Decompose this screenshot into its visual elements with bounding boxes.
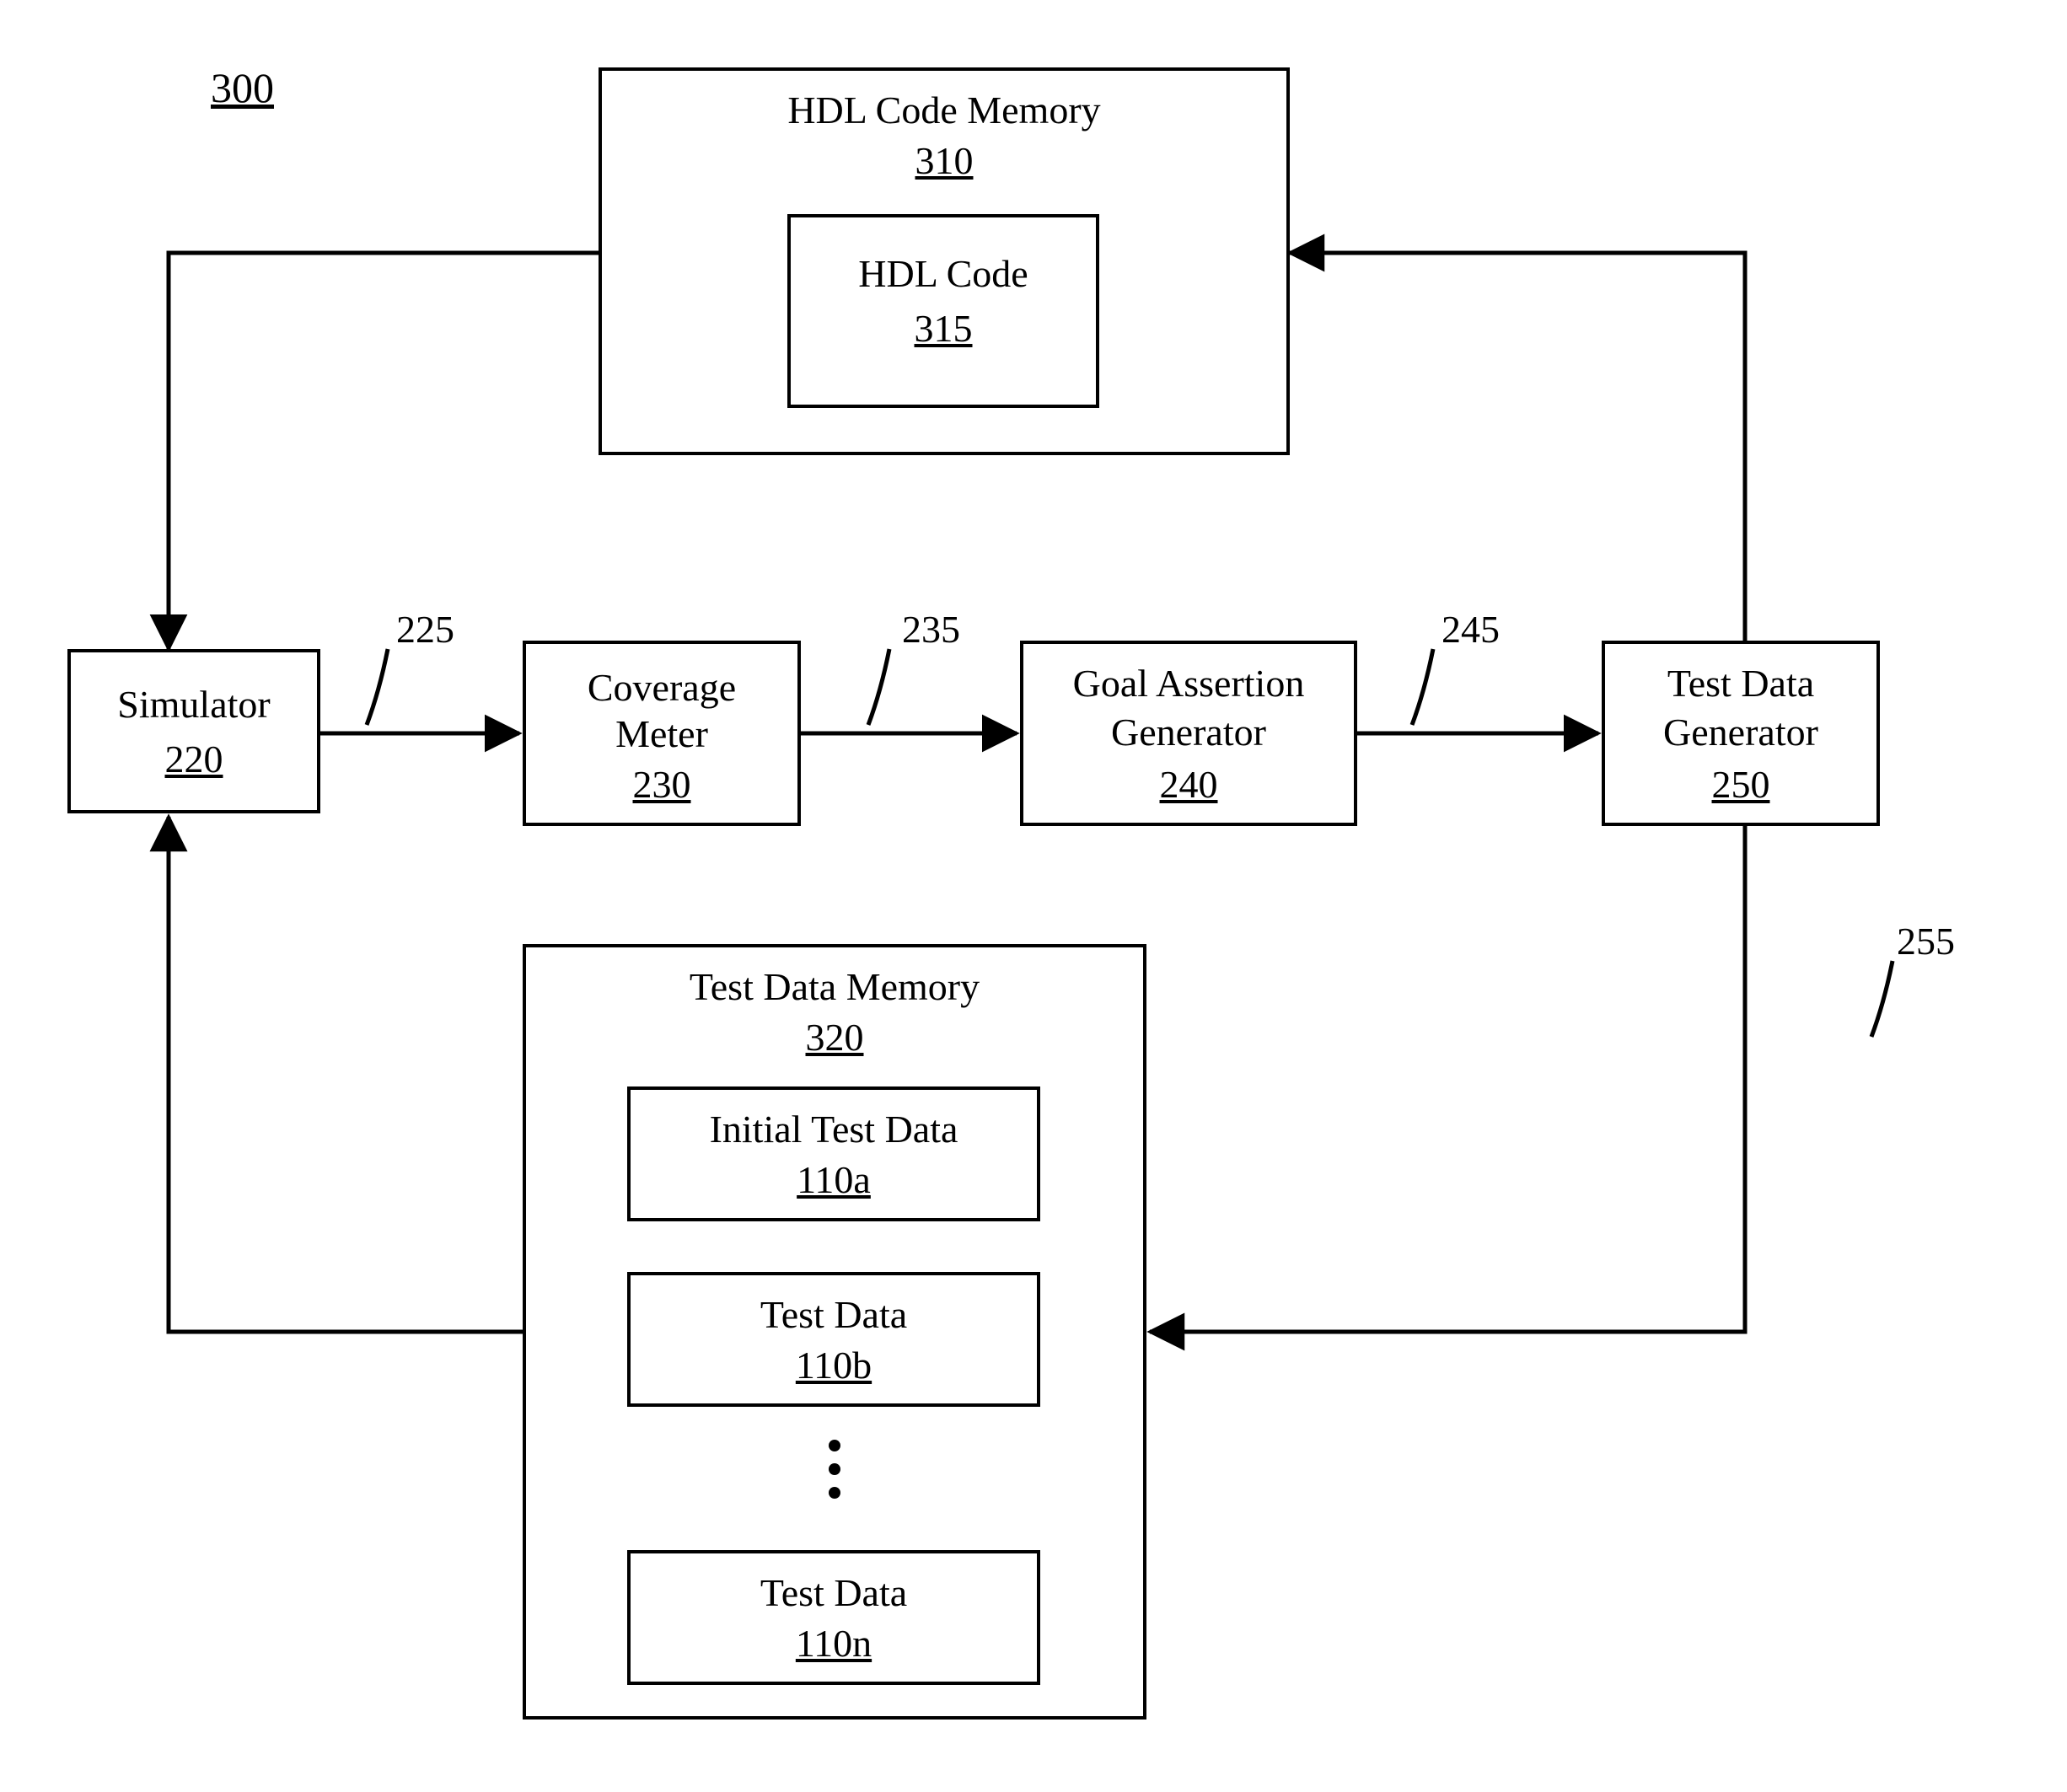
coverage-meter-box: Coverage Meter 230	[523, 641, 801, 826]
test-data-generator-box: Test Data Generator 250	[1602, 641, 1880, 826]
wire-testgen-to-hdlmem	[1290, 253, 1745, 641]
hdl-code-memory-box: HDL Code Memory 310 HDL Code 315	[599, 67, 1290, 455]
goal-assertion-title-1: Goal Assertion	[1023, 661, 1354, 706]
hook-255	[1871, 961, 1893, 1037]
coverage-meter-ref: 230	[526, 762, 797, 807]
hook-235	[868, 649, 889, 725]
hdl-code-memory-ref: 310	[602, 138, 1286, 183]
coverage-meter-title-2: Meter	[526, 711, 797, 756]
hook-245	[1412, 649, 1433, 725]
initial-test-data-box: Initial Test Data 110a	[627, 1086, 1040, 1221]
goal-assertion-generator-box: Goal Assertion Generator 240	[1020, 641, 1357, 826]
hdl-code-title: HDL Code	[791, 251, 1096, 296]
test-data-memory-box: Test Data Memory 320 Initial Test Data 1…	[523, 944, 1146, 1720]
goal-assertion-ref: 240	[1023, 762, 1354, 807]
simulator-box: Simulator 220	[67, 649, 320, 813]
simulator-ref: 220	[71, 737, 317, 781]
hdl-code-box: HDL Code 315	[787, 214, 1099, 408]
wire-225-label: 225	[396, 607, 454, 652]
wire-testgen-to-testmem	[1150, 826, 1745, 1332]
goal-assertion-title-2: Generator	[1023, 710, 1354, 754]
hdl-code-ref: 315	[791, 306, 1096, 351]
test-data-b-title: Test Data	[631, 1292, 1037, 1337]
wire-testmem-to-simulator	[169, 817, 523, 1332]
wire-hdlmem-to-simulator	[169, 253, 599, 649]
test-data-memory-title: Test Data Memory	[526, 964, 1143, 1009]
test-data-memory-ref: 320	[526, 1015, 1143, 1060]
test-data-n-box: Test Data 110n	[627, 1550, 1040, 1685]
initial-test-data-ref: 110a	[631, 1157, 1037, 1202]
test-data-b-ref: 110b	[631, 1343, 1037, 1387]
initial-test-data-title: Initial Test Data	[631, 1107, 1037, 1151]
test-data-generator-ref: 250	[1605, 762, 1876, 807]
hook-225	[367, 649, 388, 725]
test-data-generator-title-2: Generator	[1605, 710, 1876, 754]
test-data-generator-title-1: Test Data	[1605, 661, 1876, 706]
wire-255-label: 255	[1897, 919, 1955, 963]
ellipsis-dots	[829, 1428, 840, 1510]
test-data-b-box: Test Data 110b	[627, 1272, 1040, 1407]
test-data-n-ref: 110n	[631, 1621, 1037, 1666]
simulator-title: Simulator	[71, 682, 317, 727]
test-data-n-title: Test Data	[631, 1570, 1037, 1615]
wire-235-label: 235	[902, 607, 960, 652]
wire-245-label: 245	[1442, 607, 1500, 652]
diagram-reference: 300	[211, 63, 274, 112]
hdl-code-memory-title: HDL Code Memory	[602, 88, 1286, 132]
coverage-meter-title-1: Coverage	[526, 665, 797, 710]
